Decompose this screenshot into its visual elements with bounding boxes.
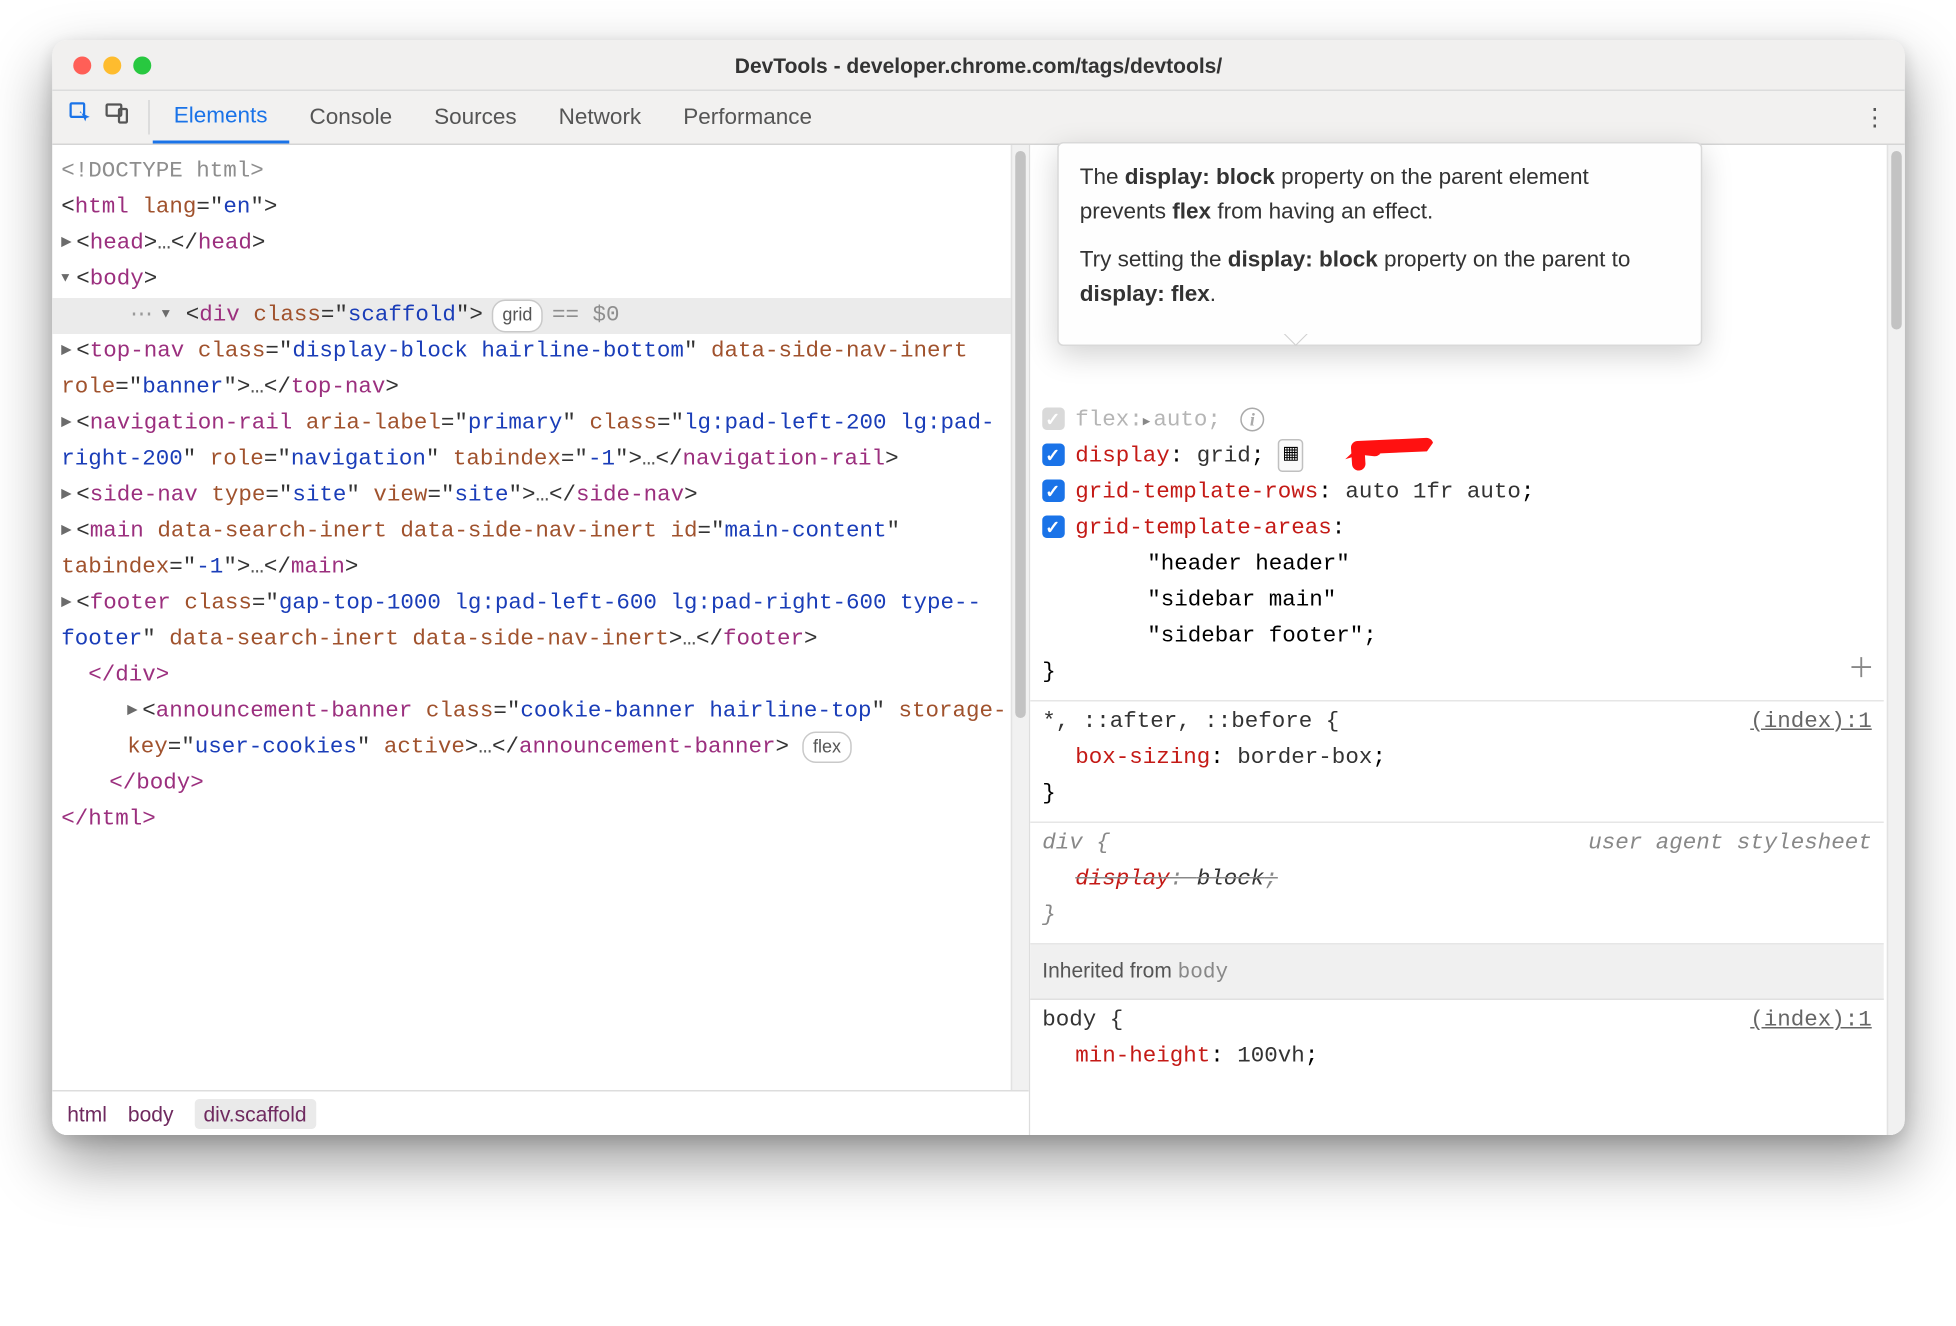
prop-grid-template-areas[interactable]: grid-template-areas:	[1075, 511, 1872, 547]
announcement-node[interactable]: <announcement-banner class="cookie-banne…	[52, 694, 1029, 766]
expand-caret-icon[interactable]	[127, 694, 142, 730]
selected-node-scaffold[interactable]: <div class="scaffold"> grid == $0	[52, 298, 1029, 334]
titlebar: DevTools - developer.chrome.com/tags/dev…	[52, 40, 1905, 91]
console-ref: == $0	[551, 298, 619, 334]
elements-panel: <!DOCTYPE html> <html lang="en"> <head>……	[52, 145, 1030, 1135]
panel-tabs: Elements Console Sources Network Perform…	[152, 91, 832, 144]
dom-tree[interactable]: <!DOCTYPE html> <html lang="en"> <head>……	[52, 145, 1029, 1090]
panels-container: <!DOCTYPE html> <html lang="en"> <head>……	[52, 145, 1905, 1135]
scrollbar-thumb[interactable]	[1015, 151, 1026, 718]
property-checkbox[interactable]	[1042, 408, 1065, 431]
dom-scrollbar[interactable]	[1010, 145, 1028, 1090]
html-open-node[interactable]: <html lang="en">	[52, 190, 1029, 226]
sidenav-node[interactable]: <side-nav type="site" view="site">…</sid…	[52, 478, 1029, 514]
ua-label: user agent stylesheet	[1588, 826, 1872, 862]
property-checkbox[interactable]	[1042, 480, 1065, 503]
gta-value-line[interactable]: "sidebar footer";	[1147, 619, 1872, 655]
rule-close: }	[1042, 655, 1872, 691]
rule-user-agent-div[interactable]: user agent stylesheet div { display: blo…	[1030, 823, 1884, 945]
prop-display-block-overridden: display: block;	[1075, 862, 1872, 898]
rule-scaffold[interactable]: flex:▸auto; i display: grid; ▦ grid-temp…	[1030, 400, 1884, 702]
navrail-node[interactable]: <navigation-rail aria-label="primary" cl…	[52, 406, 1029, 478]
tab-console[interactable]: Console	[288, 91, 413, 144]
grid-badge[interactable]: grid	[491, 300, 542, 332]
window-title: DevTools - developer.chrome.com/tags/dev…	[52, 53, 1905, 77]
inherited-from-header: Inherited from body	[1030, 945, 1884, 1001]
rule-close: }	[1042, 777, 1872, 813]
flex-badge[interactable]: flex	[802, 732, 851, 764]
footer-node[interactable]: <footer class="gap-top-1000 lg:pad-left-…	[52, 586, 1029, 658]
traffic-lights	[73, 56, 151, 74]
breadcrumb: html body div.scaffold	[52, 1090, 1029, 1135]
inspect-element-icon[interactable]	[67, 100, 94, 135]
source-link[interactable]: (index):1	[1750, 705, 1872, 741]
devtools-window: DevTools - developer.chrome.com/tags/dev…	[52, 40, 1905, 1135]
source-link[interactable]: (index):1	[1750, 1004, 1872, 1040]
rule-body[interactable]: (index):1 body { min-height: 100vh;	[1030, 1001, 1884, 1085]
toolbar-separator	[148, 100, 150, 135]
scrollbar-thumb[interactable]	[1891, 151, 1902, 329]
crumb-html[interactable]: html	[67, 1101, 107, 1125]
info-hint-icon[interactable]: i	[1240, 408, 1264, 432]
expand-caret-icon[interactable]	[61, 586, 76, 622]
prop-box-sizing[interactable]: box-sizing: border-box;	[1075, 741, 1872, 777]
selector[interactable]: *, ::after, ::before {	[1042, 705, 1872, 741]
gta-value-line[interactable]: "sidebar main"	[1147, 583, 1872, 619]
prop-min-height[interactable]: min-height: 100vh;	[1075, 1040, 1872, 1076]
tab-sources[interactable]: Sources	[413, 91, 538, 144]
close-window-button[interactable]	[73, 56, 91, 74]
prop-grid-template-rows[interactable]: grid-template-rows: auto 1fr auto;	[1075, 475, 1872, 511]
zoom-window-button[interactable]	[133, 56, 151, 74]
device-toggle-icon[interactable]	[103, 100, 130, 135]
expand-caret-icon[interactable]	[61, 334, 76, 370]
styles-rules: flex:▸auto; i display: grid; ▦ grid-temp…	[1030, 400, 1905, 1085]
styles-panel: The display: block property on the paren…	[1030, 145, 1905, 1135]
selector[interactable]: body {	[1042, 1004, 1872, 1040]
property-checkbox[interactable]	[1042, 516, 1065, 539]
main-node[interactable]: <main data-search-inert data-side-nav-in…	[52, 514, 1029, 586]
html-close-node[interactable]: </html>	[52, 802, 1029, 838]
add-property-icon[interactable]: ＋	[1847, 651, 1874, 694]
body-close-node[interactable]: </body>	[52, 766, 1029, 802]
collapse-caret-icon[interactable]	[61, 262, 76, 298]
expand-caret-icon[interactable]	[61, 226, 76, 262]
tab-performance[interactable]: Performance	[662, 91, 833, 144]
tab-network[interactable]: Network	[537, 91, 662, 144]
rule-close: }	[1042, 898, 1872, 934]
rule-universal[interactable]: (index):1 *, ::after, ::before { box-siz…	[1030, 702, 1884, 824]
tab-elements[interactable]: Elements	[152, 91, 288, 144]
doctype-node[interactable]: <!DOCTYPE html>	[52, 154, 1029, 190]
prop-display-grid[interactable]: display: grid; ▦	[1075, 439, 1872, 475]
expand-caret-icon[interactable]	[61, 478, 76, 514]
grid-editor-icon[interactable]: ▦	[1277, 440, 1303, 472]
collapse-caret-icon[interactable]	[161, 298, 176, 334]
minimize-window-button[interactable]	[103, 56, 121, 74]
div-close-node[interactable]: </div>	[52, 658, 1029, 694]
expand-caret-icon[interactable]	[61, 406, 76, 442]
expand-caret-icon[interactable]	[61, 514, 76, 550]
property-checkbox[interactable]	[1042, 444, 1065, 467]
head-node[interactable]: <head>…</head>	[52, 226, 1029, 262]
more-options-icon[interactable]: ⋮	[1844, 91, 1904, 144]
property-hint-tooltip: The display: block property on the paren…	[1057, 142, 1702, 346]
prop-flex-inactive[interactable]: flex:▸auto; i	[1075, 403, 1872, 439]
main-toolbar: Elements Console Sources Network Perform…	[52, 91, 1905, 145]
crumb-scaffold[interactable]: div.scaffold	[194, 1098, 315, 1128]
crumb-body[interactable]: body	[127, 1101, 173, 1125]
body-open-node[interactable]: <body>	[52, 262, 1029, 298]
gta-value-line[interactable]: "header header"	[1147, 547, 1872, 583]
topnav-node[interactable]: <top-nav class="display-block hairline-b…	[52, 334, 1029, 406]
styles-scrollbar[interactable]	[1886, 145, 1904, 1135]
